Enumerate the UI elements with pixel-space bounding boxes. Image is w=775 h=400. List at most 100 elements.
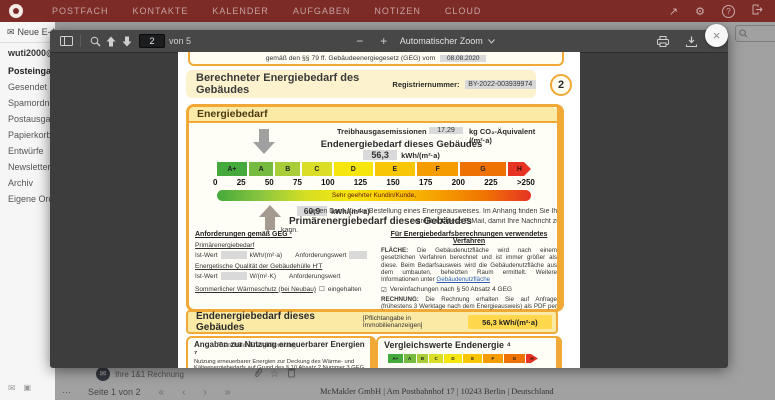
gebaeudenutzflaeche-link[interactable]: Gebäudenutzfläche	[436, 276, 490, 283]
nav-aufgaben[interactable]: AUFGABEN	[293, 6, 351, 16]
ist-wert-label: Ist-Wert	[195, 273, 218, 280]
sidebar-item-eigene-ordner[interactable]: Eigene Ordner	[0, 191, 55, 207]
certificate-title: Berechneter Energiebedarf des Gebäudes	[196, 72, 378, 96]
end-energy-value: 56,3	[363, 150, 397, 160]
row2-unit: W/(m²·K)	[250, 273, 276, 280]
chevron-down-icon	[488, 39, 495, 44]
energy-class-scale: A+ A B C D E F G H	[217, 162, 531, 176]
energiebedarf-box: Energiebedarf Treibhausgasemissionen 17,…	[186, 104, 564, 312]
zoom-in-icon[interactable]: +	[376, 33, 392, 49]
summer-protection-value: eingehalten	[328, 286, 362, 293]
sidebar-item-spamordner[interactable]: Spamordner	[0, 95, 55, 111]
download-icon[interactable]	[683, 33, 699, 49]
law-date-value: 08.08.2020	[440, 55, 486, 62]
scale-segment: B	[275, 162, 300, 176]
scale-segment: H	[508, 162, 531, 176]
registry-value: BY-2022-003939974	[465, 80, 536, 89]
ghg-label: Treibhausgasemissionen	[337, 127, 427, 136]
scale-segment: C	[302, 162, 332, 176]
gear-icon[interactable]: ⚙	[695, 5, 705, 18]
renewables-body: Kälteenergiebedarfs auf Grund des § 10 A…	[188, 365, 370, 368]
sidebar-item-newsletter[interactable]: Newsletter	[0, 159, 55, 175]
nav-kontakte[interactable]: KONTAKTE	[133, 6, 189, 16]
scale-segment: A+	[217, 162, 247, 176]
app-logo-icon[interactable]	[9, 4, 23, 18]
search-icon[interactable]	[87, 33, 103, 49]
scale-segment: G	[460, 162, 505, 176]
band-value: 56,3 kWh/(m²·a)	[468, 315, 552, 329]
energiebedarf-header: Energiebedarf	[189, 107, 557, 123]
end-energy-unit: kWh/(m²·a)	[401, 151, 440, 160]
next-page-icon[interactable]	[119, 33, 135, 49]
anforderungswert-label: Anforderungswert	[295, 252, 346, 259]
zoom-out-icon[interactable]: −	[352, 33, 368, 49]
account-item[interactable]: wuti2000@...	[0, 43, 55, 63]
law-reference-text: gemäß den §§ 79 ff. Gebäudeenergiegesetz…	[266, 55, 436, 62]
zoom-mode-select[interactable]: Automatischer Zoom	[400, 36, 495, 46]
sidebar-item-gesendet[interactable]: Gesendet	[0, 79, 55, 95]
up-arrow-icon	[259, 205, 281, 230]
comparison-header: Vergleichswerte Endenergie ⁴	[378, 338, 556, 350]
scale-ticks: 025 5075 100125 150175 200225 >250	[213, 178, 535, 187]
sidebar-item-posteingang[interactable]: Posteingang	[0, 63, 55, 79]
nav-notizen[interactable]: NOTIZEN	[374, 6, 421, 16]
envelope-icon[interactable]: ✉	[8, 383, 16, 394]
sidebar-item-papierkorb[interactable]: Papierkorb	[0, 127, 55, 143]
gradient-bar: Sehr geehrter Kundin/Kunde,	[217, 190, 531, 201]
law-reference-box: gemäß den §§ 79 ff. Gebäudeenergiegesetz…	[188, 52, 564, 66]
compose-button[interactable]: ✉ Neue E-A...	[0, 22, 55, 43]
req-row2-title: Energetische Qualität der Gebäudehülle H…	[195, 263, 375, 270]
down-arrow-icon	[253, 129, 275, 154]
row1-unit: kWh/(m²·a)	[250, 252, 283, 259]
email-body-overlay: vielen Dank für die Bestellung eines Ene…	[309, 208, 557, 215]
folder-sidebar: ✉ Neue E-A... wuti2000@... Posteingang G…	[0, 22, 55, 400]
nav-cloud[interactable]: CLOUD	[445, 6, 482, 16]
ghg-value: 17,29	[429, 127, 463, 134]
renewables-body: Nutzung erneuerbarer Energien zur Deckun…	[188, 358, 370, 365]
certificate-title-box: Berechneter Energiebedarf des Gebäudes R…	[186, 70, 536, 98]
flaeche-paragraph: FLÄCHE: Die Gebäudenutzfläche wird nach …	[381, 247, 557, 284]
checkbox-checked-icon: ☑	[381, 286, 387, 294]
help-icon[interactable]: ?	[722, 5, 735, 18]
comparison-box: Vergleichswerte Endenergie ⁴ A+ A B C D …	[376, 336, 562, 368]
nav-postfach[interactable]: POSTFACH	[52, 6, 109, 16]
anforderungswert-label: Anforderungswert	[289, 273, 340, 280]
pdf-page: gemäß den §§ 79 ff. Gebäudeenergiegesetz…	[178, 52, 580, 368]
checkbox-unchecked-icon: ☐	[319, 285, 325, 293]
requirements-header: Anforderungen gemäß GEG ²	[195, 231, 375, 238]
scale-segment: D	[334, 162, 373, 176]
anforderungswert-field	[349, 251, 367, 259]
sidebar-item-archiv[interactable]: Archiv	[0, 175, 55, 191]
end-energy-band: Endenergiebedarf dieses Gebäudes [Pflich…	[186, 310, 558, 334]
page-number-input[interactable]	[139, 34, 165, 48]
ist-wert-label: Ist-Wert	[195, 252, 218, 259]
scale-segment: A	[249, 162, 274, 176]
sidebar-item-postausgang[interactable]: Postausgang	[0, 111, 55, 127]
logout-icon[interactable]	[752, 4, 763, 18]
page-total-label: von 5	[169, 36, 191, 46]
scale-segment: F	[417, 162, 458, 176]
sidebar-toggle-icon[interactable]	[58, 33, 74, 49]
registry-label: Registriernummer:	[392, 80, 459, 89]
nav-kalender[interactable]: KALENDER	[212, 6, 269, 16]
mini-energy-scale: A+ A B C D E F G H	[388, 354, 538, 363]
print-icon[interactable]	[655, 33, 671, 49]
end-energy-label: Endenergiebedarf dieses Gebäudes	[284, 139, 519, 150]
close-icon[interactable]: ×	[705, 24, 728, 47]
band-label: Endenergiebedarf dieses Gebäudes	[196, 311, 359, 333]
previous-page-icon[interactable]	[103, 33, 119, 49]
simplification-label: Vereinfachungen nach § 50 Absatz 4 GEG	[390, 286, 512, 293]
certificate-page-badge: 2	[550, 74, 572, 96]
scale-segment: E	[375, 162, 415, 176]
email-body-overlay: direkt auf diese E-Mail, damit Ihre Nach…	[415, 218, 557, 225]
sidebar-item-entwuerfe[interactable]: Entwürfe	[0, 143, 55, 159]
req-row1-title: Primärenergiebedarf	[195, 242, 375, 249]
email-greeting-overlay: Sehr geehrter Kundin/Kunde,	[332, 192, 416, 199]
pdf-viewer-modal: von 5 − + Automatischer Zoom » gemäß den…	[50, 30, 728, 368]
folder-icon[interactable]: ▣	[24, 383, 32, 394]
band-note: [Pflichtangabe in Immobilienanzeigen]	[363, 315, 468, 329]
method-header: Für Energiebedarfsberechnungen verwendet…	[381, 231, 557, 245]
requirements-column: Anforderungen gemäß GEG ² Primärenergieb…	[195, 231, 375, 293]
summer-protection-label: Sommerlicher Wärmeschutz (bei Neubau)	[195, 286, 316, 293]
external-link-icon[interactable]: ↗	[669, 5, 678, 18]
